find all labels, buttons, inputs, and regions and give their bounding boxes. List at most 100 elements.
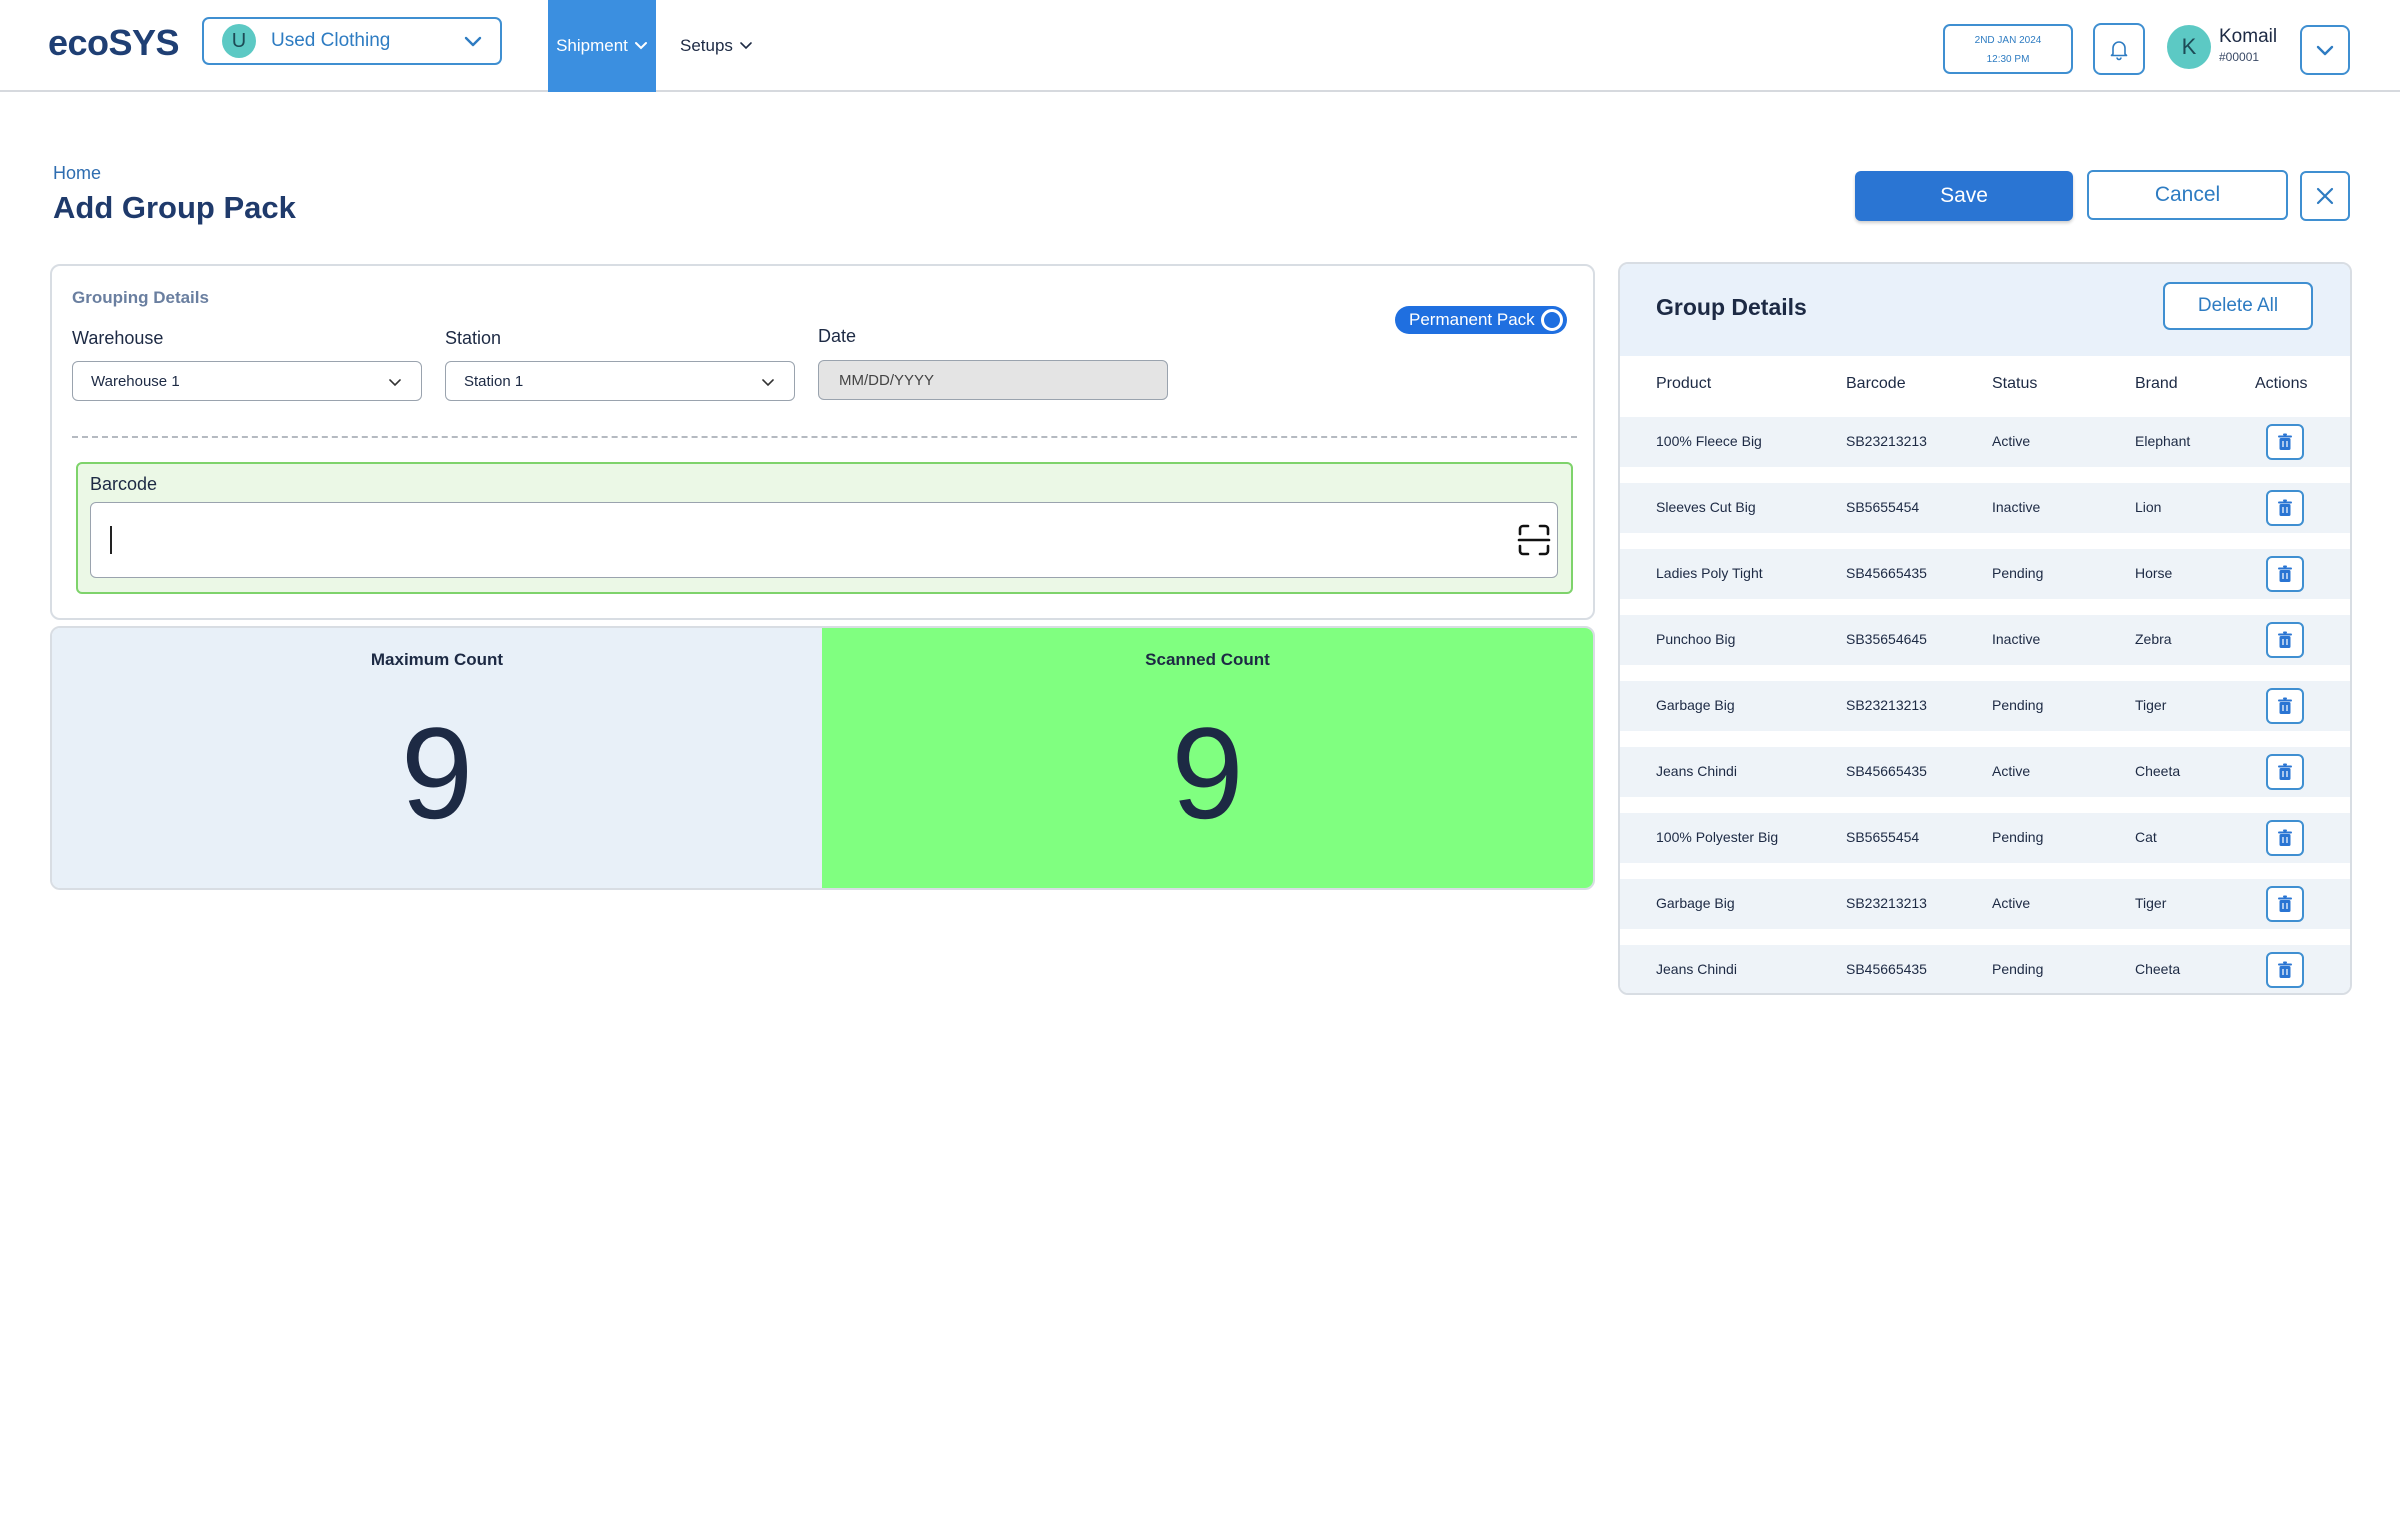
table-row[interactable]: Jeans Chindi SB45665435 Active Cheeta — [1620, 747, 2350, 797]
delete-row-button[interactable] — [2266, 688, 2304, 724]
cell-barcode: SB35654645 — [1846, 631, 1927, 647]
user-menu-button[interactable] — [2300, 25, 2350, 75]
grouping-details-card: Grouping Details Warehouse Warehouse 1 S… — [50, 264, 1595, 620]
table-row[interactable]: Punchoo Big SB35654645 Inactive Zebra — [1620, 615, 2350, 665]
nav-shipment[interactable]: Shipment — [548, 0, 656, 92]
trash-icon — [2278, 499, 2292, 516]
close-button[interactable] — [2300, 171, 2350, 221]
cell-brand: Cheeta — [2135, 961, 2181, 977]
org-name: Used Clothing — [271, 30, 391, 51]
nav-setups[interactable]: Setups — [664, 0, 769, 92]
table-header: Product Barcode Status Brand Actions — [1620, 356, 2350, 412]
app-logo[interactable]: ecoSYS — [48, 22, 180, 64]
chevron-down-icon — [2316, 45, 2334, 56]
scanned-count-label: Scanned Count — [1145, 650, 1270, 669]
barcode-label: Barcode — [90, 474, 158, 494]
close-icon — [2316, 187, 2334, 205]
delete-row-button[interactable] — [2266, 424, 2304, 460]
top-bar: ecoSYS U Used Clothing Shipment Setups 2… — [0, 0, 2400, 92]
table-row[interactable]: 100% Fleece Big SB23213213 Active Elephant — [1620, 417, 2350, 467]
cell-status: Inactive — [1992, 631, 2041, 647]
chevron-down-icon — [389, 379, 401, 387]
grouping-details-title: Grouping Details — [72, 288, 209, 307]
maximum-count-panel: Maximum Count 9 — [52, 628, 822, 888]
current-date: 2ND JAN 2024 — [1974, 35, 2042, 46]
cell-status: Inactive — [1992, 499, 2041, 515]
text-cursor — [110, 526, 112, 554]
station-value: Station 1 — [464, 372, 524, 390]
chevron-down-icon — [762, 379, 774, 387]
cell-barcode: SB23213213 — [1846, 433, 1927, 449]
barcode-input[interactable] — [90, 502, 1558, 578]
trash-icon — [2278, 895, 2292, 912]
station-select[interactable]: Station 1 — [445, 361, 795, 401]
cancel-button[interactable]: Cancel — [2087, 170, 2288, 220]
cell-barcode: SB45665435 — [1846, 961, 1927, 977]
delete-row-button[interactable] — [2266, 622, 2304, 658]
org-selector[interactable]: U Used Clothing — [202, 17, 502, 65]
warehouse-label: Warehouse — [72, 328, 164, 348]
delete-row-button[interactable] — [2266, 952, 2304, 988]
cell-status: Pending — [1992, 829, 2044, 845]
chevron-down-icon — [464, 36, 482, 47]
delete-row-button[interactable] — [2266, 754, 2304, 790]
bell-icon — [2110, 41, 2128, 61]
scan-icon[interactable] — [1516, 522, 1552, 558]
current-time: 12:30 PM — [1986, 54, 2030, 65]
nav-shipment-label: Shipment — [556, 36, 628, 55]
user-id: #00001 — [2219, 50, 2260, 64]
permanent-pack-toggle[interactable]: Permanent Pack — [1395, 306, 1567, 334]
date-field[interactable]: MM/DD/YYYY — [818, 360, 1168, 400]
breadcrumb[interactable]: Home — [53, 163, 101, 184]
save-button[interactable]: Save — [1855, 171, 2073, 221]
cell-status: Pending — [1992, 697, 2044, 713]
cell-product: 100% Fleece Big — [1656, 433, 1762, 449]
cell-status: Active — [1992, 763, 2031, 779]
cell-barcode: SB45665435 — [1846, 565, 1927, 581]
cell-product: Garbage Big — [1656, 895, 1735, 911]
barcode-section: Barcode — [76, 462, 1573, 594]
trash-icon — [2278, 433, 2292, 450]
chevron-down-icon — [634, 42, 647, 50]
cell-status: Active — [1992, 895, 2031, 911]
cell-product: Jeans Chindi — [1656, 763, 1737, 779]
delete-row-button[interactable] — [2266, 886, 2304, 922]
warehouse-select[interactable]: Warehouse 1 — [72, 361, 422, 401]
station-label: Station — [445, 328, 502, 348]
cell-product: Jeans Chindi — [1656, 961, 1737, 977]
cell-barcode: SB23213213 — [1846, 895, 1927, 911]
delete-row-button[interactable] — [2266, 820, 2304, 856]
trash-icon — [2278, 829, 2292, 846]
cell-brand: Tiger — [2135, 697, 2167, 713]
chevron-down-icon — [740, 42, 752, 50]
user-name: Komail — [2219, 26, 2278, 47]
delete-row-button[interactable] — [2266, 556, 2304, 592]
cell-status: Active — [1992, 433, 2031, 449]
user-avatar[interactable]: K — [2167, 25, 2211, 69]
divider — [72, 436, 1577, 438]
trash-icon — [2278, 697, 2292, 714]
page-title: Add Group Pack — [53, 190, 296, 225]
cell-status: Pending — [1992, 961, 2044, 977]
cell-product: Garbage Big — [1656, 697, 1735, 713]
trash-icon — [2278, 631, 2292, 648]
cell-brand: Horse — [2135, 565, 2173, 581]
scanned-count-value: 9 — [1171, 700, 1244, 846]
cell-product: Ladies Poly Tight — [1656, 565, 1763, 581]
scanned-count-panel: Scanned Count 9 — [822, 628, 1593, 888]
table-row[interactable]: Garbage Big SB23213213 Pending Tiger — [1620, 681, 2350, 731]
table-row[interactable]: 100% Polyester Big SB5655454 Pending Cat — [1620, 813, 2350, 863]
table-row[interactable]: Garbage Big SB23213213 Active Tiger — [1620, 879, 2350, 929]
delete-row-button[interactable] — [2266, 490, 2304, 526]
column-header-barcode: Barcode — [1846, 375, 1906, 392]
date-placeholder: MM/DD/YYYY — [839, 371, 935, 389]
cell-product: Sleeves Cut Big — [1656, 499, 1756, 515]
nav-setups-label: Setups — [680, 36, 733, 55]
delete-all-button[interactable]: Delete All — [2163, 282, 2313, 330]
notifications-button[interactable] — [2093, 23, 2145, 75]
cell-brand: Tiger — [2135, 895, 2167, 911]
table-row[interactable]: Ladies Poly Tight SB45665435 Pending Horse — [1620, 549, 2350, 599]
table-row[interactable]: Sleeves Cut Big SB5655454 Inactive Lion — [1620, 483, 2350, 533]
table-row[interactable]: Jeans Chindi SB45665435 Pending Cheeta — [1620, 945, 2350, 993]
column-header-brand: Brand — [2135, 375, 2178, 392]
